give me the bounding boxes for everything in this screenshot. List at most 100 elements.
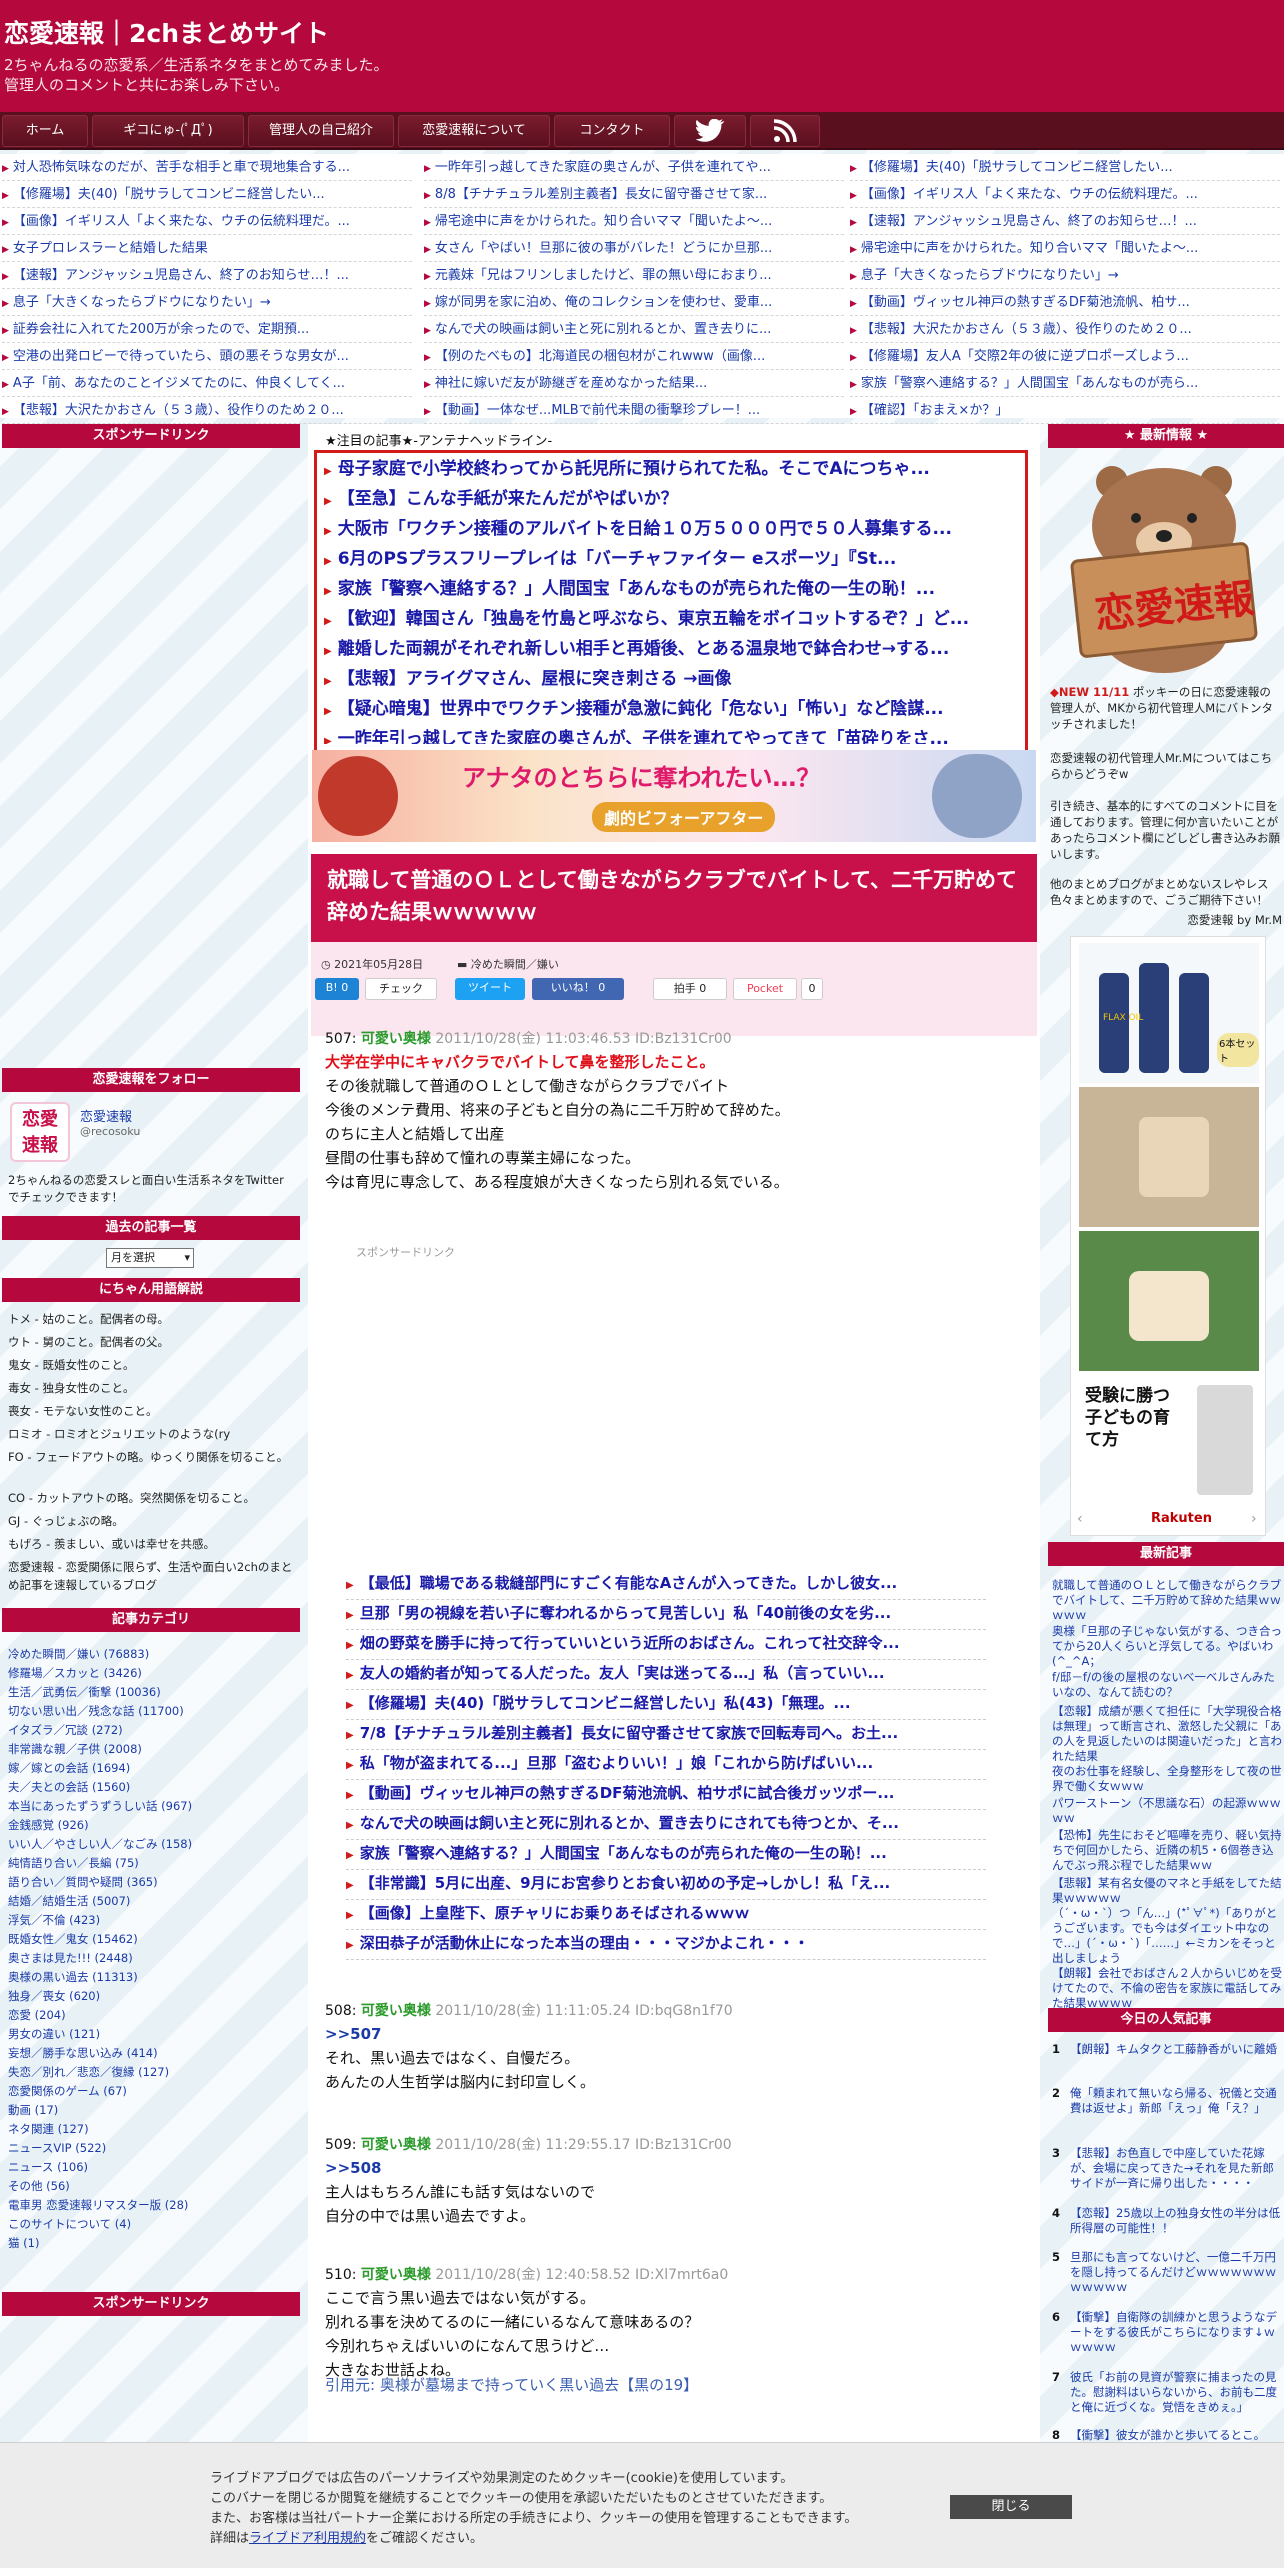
ticker-link[interactable]: 帰宅途中に声をかけられた。知り合いママ「聞いたよ～...: [850, 235, 1280, 262]
popular-item[interactable]: 6 【衝撃】自衛隊の訓練かと思うようなデートをする彼氏がこちらになります↓ｗｗｗｗ…: [1052, 2310, 1284, 2364]
category-link[interactable]: 純情語り合い／長編 (75): [8, 1855, 139, 1871]
category-link[interactable]: 切ない思い出／残念な話 (11700): [8, 1703, 184, 1719]
antenna-link[interactable]: 【至急】こんな手紙が来たんだがやばいか？: [324, 484, 1000, 509]
category-link[interactable]: 結婚／結婚生活 (5007): [8, 1893, 130, 1909]
ticker-link[interactable]: 【悲報】大沢たかおさん（５３歳）、役作りのため２０...: [850, 316, 1280, 343]
ticker-link[interactable]: 女子プロレスラーと結婚した結果: [2, 235, 412, 262]
quote-source-link[interactable]: 引用元: 奥様が墓場まで持っていく黒い過去【黒の19】: [325, 2374, 698, 2395]
ticker-link[interactable]: 【画像】イギリス人「よく来たな、ウチの伝統料理だ。...: [850, 181, 1280, 208]
carousel-next-icon[interactable]: ›: [1251, 1511, 1257, 1527]
category-link[interactable]: イタズラ／冗談 (272): [8, 1722, 123, 1738]
rakuten-ad-widget[interactable]: FLAX OIL 6本セット 受験に勝つ子どもの育て方 ‹ Rakuten ›: [1070, 936, 1266, 1536]
pocket-button[interactable]: Pocket: [733, 978, 797, 1000]
category-link[interactable]: ネタ関連 (127): [8, 2121, 89, 2137]
ticker-link[interactable]: 【修羅場】夫(40)「脱サラしてコンビニ経営したい...: [2, 181, 412, 208]
category-link[interactable]: ニュースVIP (522): [8, 2140, 106, 2156]
ticker-link[interactable]: 一昨年引っ越してきた家庭の奥さんが、子供を連れてや...: [424, 154, 844, 181]
post-reply-link[interactable]: >>507: [325, 2022, 381, 2046]
ticker-link[interactable]: 【修羅場】夫(40)「脱サラしてコンビニ経営したい...: [850, 154, 1280, 181]
ticker-link[interactable]: 【確認】「おまえ×か？」: [850, 397, 1280, 424]
antenna-link[interactable]: 離婚した両親がそれぞれ新しい相手と再婚後、とある温泉地で鉢合わせ→する...: [324, 634, 1000, 659]
antenna-link[interactable]: 母子家庭で小学校終わってから託児所に預けられてた私。そこでAにつちゃ...: [324, 454, 1000, 479]
facebook-like-button[interactable]: いいね！ 0: [532, 978, 624, 1000]
ad-product-image[interactable]: [1079, 1087, 1259, 1227]
article-category[interactable]: ▬ 冷めた瞬間／嫌い: [457, 956, 559, 972]
related-link[interactable]: 深田恭子が活動休止になった本当の理由・・・マジかよこれ・・・: [346, 1932, 986, 1960]
site-title[interactable]: 恋愛速報｜2chまとめサイト: [4, 14, 329, 50]
carousel-prev-icon[interactable]: ‹: [1077, 1511, 1083, 1527]
popular-item[interactable]: 7 彼氏「お前の見資が警察に捕まったの見た。慰謝料はいらないから、お前も二度と俺に…: [1052, 2370, 1284, 2424]
category-link[interactable]: 既婚女性／鬼女 (15462): [8, 1931, 138, 1947]
category-link[interactable]: 非常識な親／子供 (2008): [8, 1741, 142, 1757]
ticker-link[interactable]: 8/8【チナチュラル差別主義者】長女に留守番させて家...: [424, 181, 844, 208]
mixi-check-button[interactable]: チェック: [365, 978, 437, 1000]
related-link[interactable]: 【動画】ヴィッセル神戸の熱すぎるDF菊池流帆、柏サポに試合後ガッツポー...: [346, 1782, 986, 1810]
category-link[interactable]: 冷めた瞬間／嫌い (76883): [8, 1646, 149, 1662]
ticker-link[interactable]: 帰宅途中に声をかけられた。知り合いママ「聞いたよ～...: [424, 208, 844, 235]
category-link[interactable]: 猫 (1): [8, 2235, 39, 2251]
category-link[interactable]: 失恋／別れ／悲恋／復縁 (127): [8, 2064, 169, 2080]
antenna-link[interactable]: 家族「警察へ連絡する？」人間国宝「あんなものが売られた俺の一生の恥！...: [324, 574, 1000, 599]
category-link[interactable]: いい人／やさしい人／なごみ (158): [8, 1836, 192, 1852]
ticker-link[interactable]: 【動画】ヴィッセル神戸の熱すぎるDF菊池流帆、柏サ...: [850, 289, 1280, 316]
ticker-link[interactable]: 【修羅場】友人A「交際2年の彼に逆プロポーズしよう...: [850, 343, 1280, 370]
category-link[interactable]: 奥さまは見た!!! (2448): [8, 1950, 133, 1966]
category-link[interactable]: 電車男 恋愛速報リマスター版 (28): [8, 2197, 188, 2213]
ticker-link[interactable]: 【悲報】大沢たかおさん（５３歳）、役作りのため２０...: [2, 397, 412, 424]
latest-article-link[interactable]: 【朗報】会社でおばさん２人からいじめを受けてたので、不倫の密告を家族に電話してみ…: [1052, 1966, 1284, 2010]
popular-item[interactable]: 4 【恋報】25歳以上の独身女性の半分は低所得層の可能性！！: [1052, 2206, 1284, 2244]
ad-product-image[interactable]: [1079, 1231, 1259, 1371]
tweet-button[interactable]: ツイート: [455, 978, 525, 1000]
nav-home[interactable]: ホーム: [2, 115, 88, 147]
antenna-link[interactable]: 大阪市「ワクチン接種のアルバイトを日給１０万５０００円で５０人募集する...: [324, 514, 1000, 539]
category-link[interactable]: 夫／夫との会話 (1560): [8, 1779, 130, 1795]
cookie-close-button[interactable]: 閉じる: [950, 2495, 1072, 2519]
antenna-link[interactable]: 6月のPSプラスフリープレイは「バーチャファイター eスポーツ」『St...: [324, 544, 1000, 569]
popular-item[interactable]: 8 【衝撃】彼女が誰かと歩いてるとこ。: [1052, 2428, 1284, 2442]
latest-article-link[interactable]: f/邸－f/の後の屋根のないべ一ベルさんみたいなの、なんて読むの？: [1052, 1670, 1284, 1700]
ticker-link[interactable]: 【動画】一体なぜ...MLBで前代未聞の衝撃珍プレー！...: [424, 397, 844, 424]
hatena-bookmark-button[interactable]: B! 0: [315, 978, 359, 1000]
category-link[interactable]: 本当にあったずうずうしい話 (967): [8, 1798, 192, 1814]
ticker-link[interactable]: なんで犬の映画は飼い主と死に別れるとか、置き去りに...: [424, 316, 844, 343]
twitter-icon[interactable]: [674, 115, 746, 147]
ticker-link[interactable]: 【速報】アンジャッシュ児島さん、終了のお知らせ…！...: [2, 262, 412, 289]
related-link[interactable]: 【画像】上皇陛下、原チャリにお乗りあそばされるｗｗｗ: [346, 1902, 986, 1930]
ticker-link[interactable]: A子「前、あなたのことイジメてたのに、仲良くしてく...: [2, 370, 412, 397]
ticker-link[interactable]: 家族「警察へ連絡する？」人間国宝「あんなものが売ら...: [850, 370, 1280, 397]
ad-product-image[interactable]: FLAX OIL 6本セット: [1079, 943, 1259, 1083]
antenna-link[interactable]: 【歓迎】韓国さん「独島を竹島と呼ぶなら、東京五輪をボイコットするぞ？」ど...: [324, 604, 1000, 629]
ticker-link[interactable]: 対人恐怖気味なのだが、苦手な相手と車で現地集合する...: [2, 154, 412, 181]
related-link[interactable]: なんで犬の映画は飼い主と死に別れるとか、置き去りにされても待つとか、そ...: [346, 1812, 986, 1840]
category-link[interactable]: 嫁／嫁との会話 (1694): [8, 1760, 130, 1776]
category-link[interactable]: 妄想／勝手な思い込み (414): [8, 2045, 158, 2061]
latest-article-link[interactable]: パワーストーン（不思議な石）の起源ｗｗｗｗｗ: [1052, 1796, 1284, 1826]
category-link[interactable]: 恋愛 (204): [8, 2007, 66, 2023]
category-link[interactable]: 男女の違い (121): [8, 2026, 100, 2042]
nav-admin-profile[interactable]: 管理人の自己紹介: [248, 115, 394, 147]
ticker-link[interactable]: 【例のたべもの】北海道民の梱包材がこれwww（画像...: [424, 343, 844, 370]
category-link[interactable]: 修羅場／スカッと (3426): [8, 1665, 142, 1681]
popular-item[interactable]: 3 【悲報】お色直しで中座していた花嫁が、会場に戻ってきた→それを見た新郎サイドが…: [1052, 2146, 1284, 2200]
category-link[interactable]: このサイトについて (4): [8, 2216, 131, 2232]
category-link[interactable]: 奥様の黒い過去 (11313): [8, 1969, 138, 1985]
related-link[interactable]: 7/8【チナチュラル差別主義者】長女に留守番させて家族で回転寿司へ。お土...: [346, 1722, 986, 1750]
account-avatar[interactable]: 恋愛 速報: [10, 1102, 70, 1162]
ticker-link[interactable]: 嫁が同男を家に泊め、俺のコレクションを使わせ、愛車...: [424, 289, 844, 316]
category-link[interactable]: 独身／喪女 (620): [8, 1988, 100, 2004]
category-link[interactable]: 生活／武勇伝／衝撃 (10036): [8, 1684, 161, 1700]
category-link[interactable]: ニュース (106): [8, 2159, 88, 2175]
terms-link[interactable]: ライブドア利用規約: [249, 2531, 366, 2546]
antenna-link[interactable]: 一昨年引っ越してきた家庭の奥さんが、子供を連れてやってきて「苗砕りをさ...: [324, 724, 1000, 744]
popular-item[interactable]: 1 【朗報】キムタクと工藤静香がいに離婚: [1052, 2042, 1284, 2082]
latest-article-link[interactable]: 就職して普通のＯＬとして働きながらクラブでバイトして、二千万貯めて辞めた結果ｗｗ…: [1052, 1578, 1284, 1624]
nav-about[interactable]: 恋愛速報について: [398, 115, 550, 147]
account-name[interactable]: 恋愛速報: [80, 1106, 132, 1125]
category-link[interactable]: 浮気／不倫 (423): [8, 1912, 100, 1928]
rss-icon[interactable]: [750, 115, 820, 147]
popular-item[interactable]: 5 旦那にも言ってないけど、一億二千万円を隠し持ってるんだけどｗｗｗｗｗｗｗｗｗｗ…: [1052, 2250, 1284, 2304]
latest-article-link[interactable]: 奥様「旦那の子じゃない気がする、つき合ってから20人くらいと浮気してる。やばいわ…: [1052, 1624, 1284, 1670]
ticker-link[interactable]: 神社に嫁いだ友が跡継ぎを産めなかった結果...: [424, 370, 844, 397]
related-link[interactable]: 旦那「男の視線を若い子に奪われるからって見苦しい」私「40前後の女を劣...: [346, 1602, 986, 1630]
related-link[interactable]: 私「物が盗まれてる...」旦那「盗むよりいい！」娘「これから防げばいい...: [346, 1752, 986, 1780]
